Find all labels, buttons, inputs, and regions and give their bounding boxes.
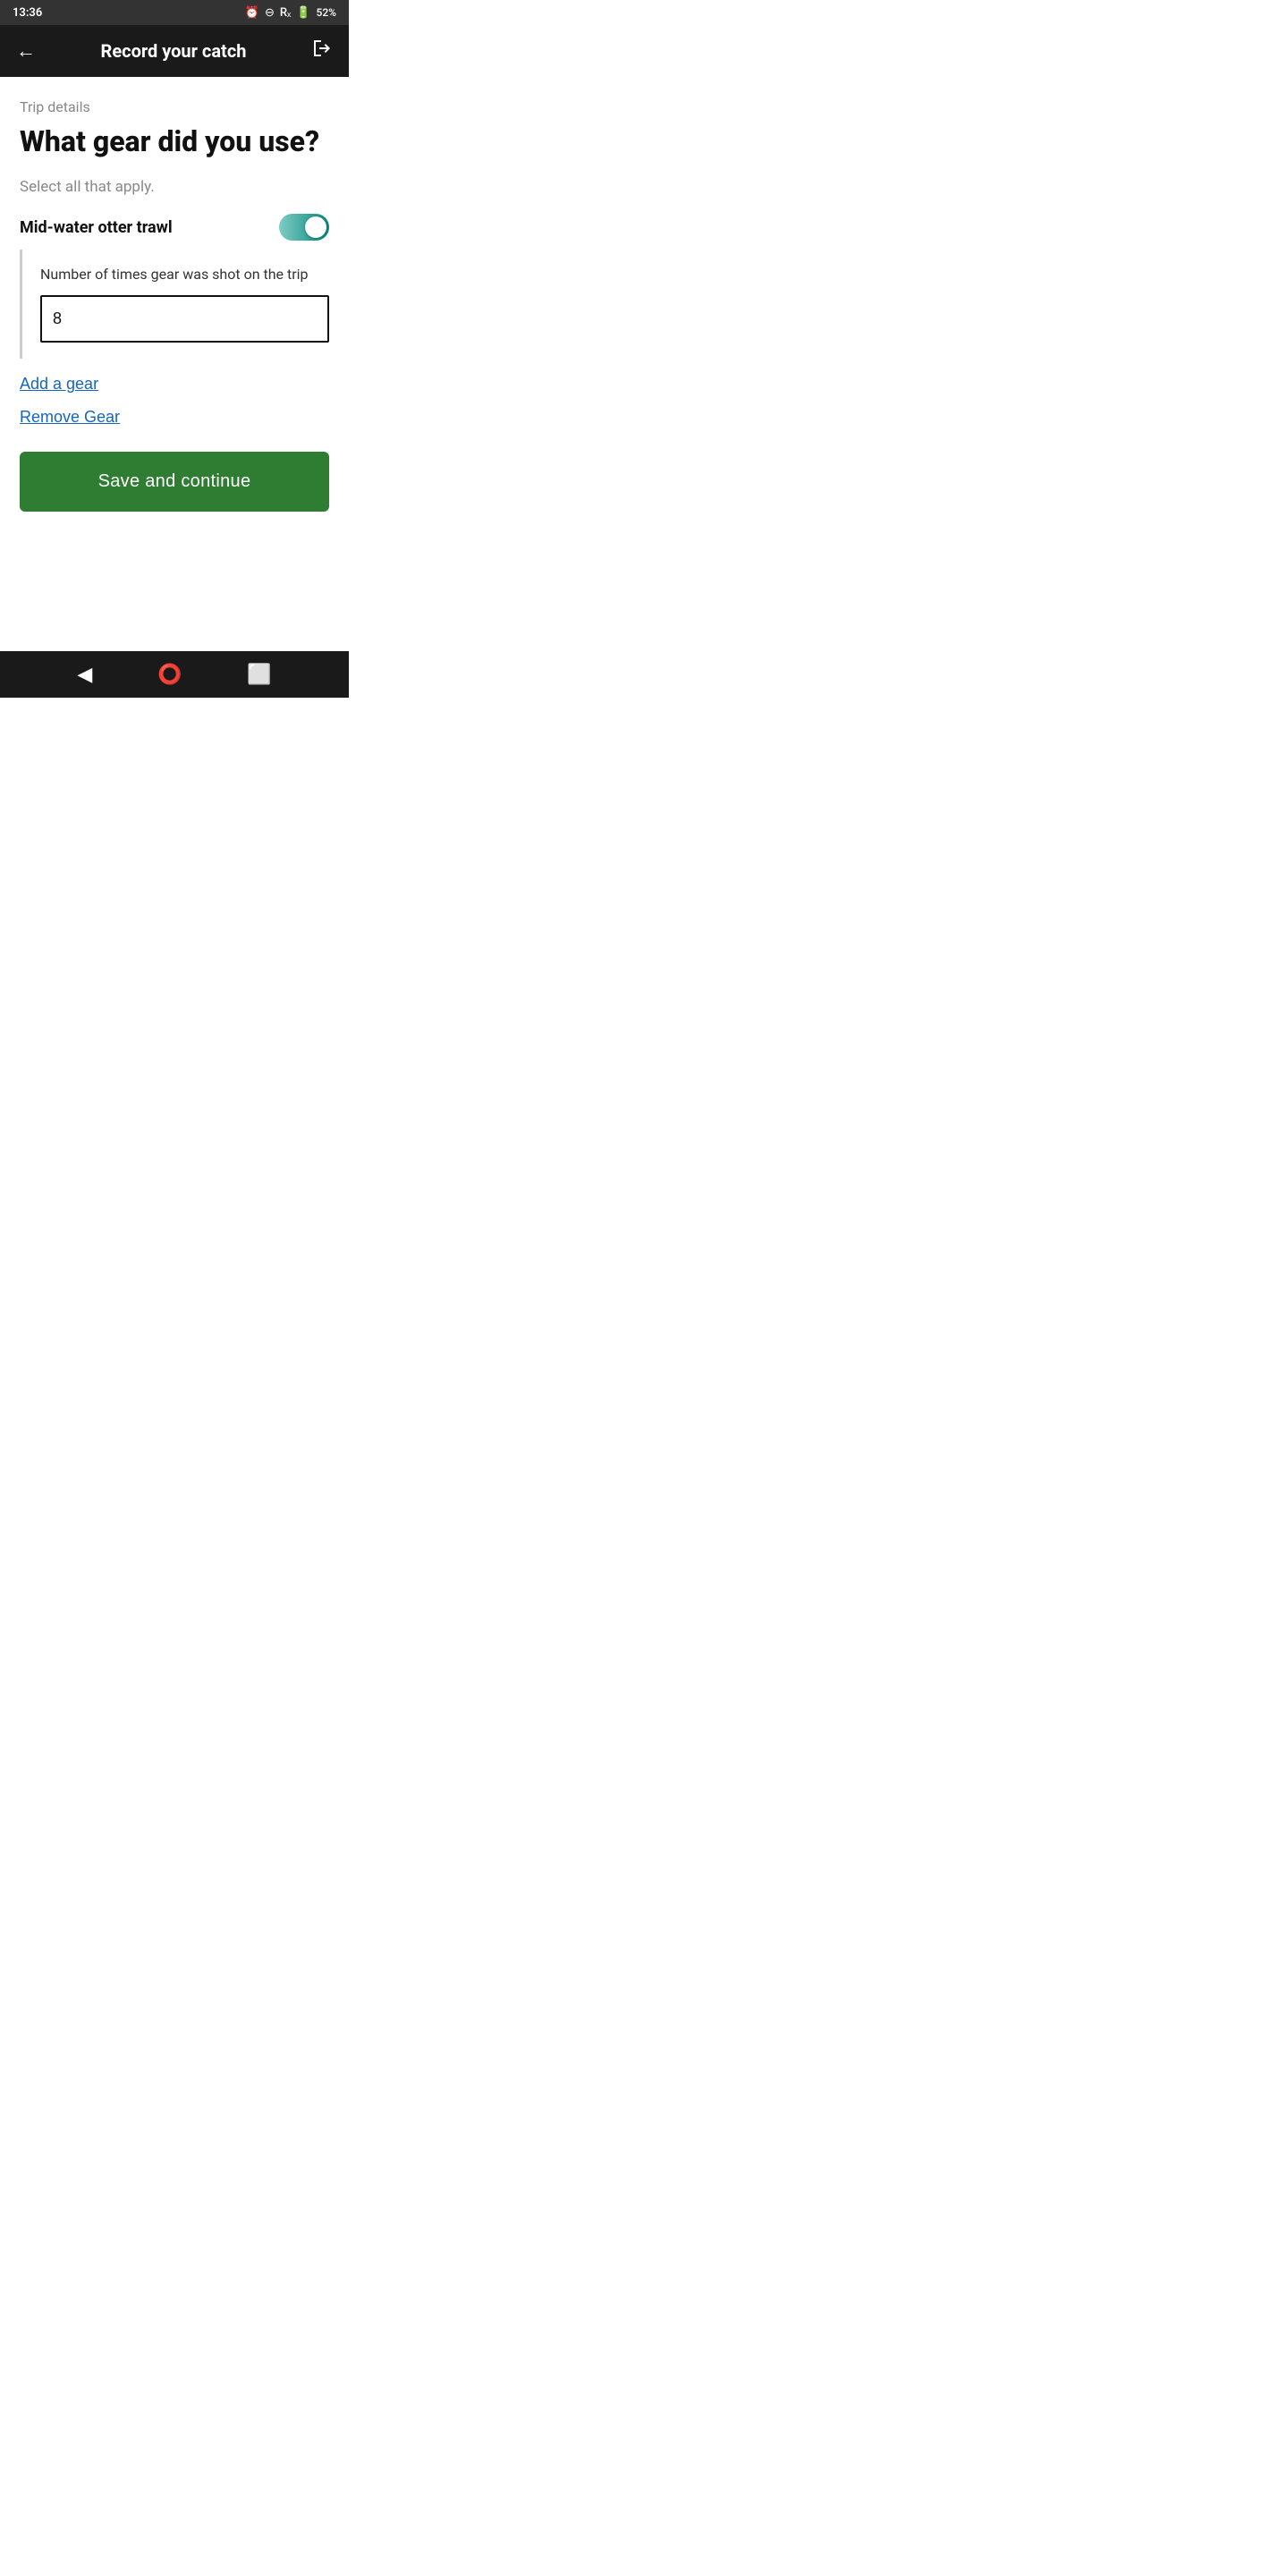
bottom-nav: ◀ ⭕ ⬜ — [0, 651, 349, 698]
remove-gear-link[interactable]: Remove Gear — [20, 408, 120, 427]
gear-detail-label: Number of times gear was shot on the tri… — [40, 266, 329, 283]
battery-icon: 🔋 — [296, 6, 310, 20]
save-continue-button[interactable]: Save and continue — [20, 452, 329, 512]
status-time: 13:36 — [13, 6, 42, 20]
add-gear-link[interactable]: Add a gear — [20, 375, 98, 394]
signal-icon: Rₓ — [280, 5, 291, 20]
page-heading: What gear did you use? — [20, 124, 329, 158]
gear-times-input[interactable] — [40, 295, 329, 343]
status-bar: 13:36 ⏰ ⊖ Rₓ 🔋 52% — [0, 0, 349, 25]
status-icons: ⏰ ⊖ Rₓ 🔋 52% — [245, 5, 336, 20]
nav-recents-icon[interactable]: ⬜ — [247, 664, 271, 686]
links-section: Add a gear Remove Gear — [20, 375, 329, 427]
gear-detail-section: Number of times gear was shot on the tri… — [20, 250, 329, 359]
nav-home-icon[interactable]: ⭕ — [157, 664, 182, 686]
dnd-icon: ⊖ — [265, 6, 275, 20]
battery-level: 52% — [317, 6, 336, 19]
main-content: Trip details What gear did you use? Sele… — [0, 77, 349, 651]
back-button[interactable]: ← — [16, 39, 36, 63]
app-bar: ← Record your catch — [0, 25, 349, 77]
gear-name: Mid-water otter trawl — [20, 218, 173, 237]
app-bar-title: Record your catch — [36, 40, 311, 62]
select-label: Select all that apply. — [20, 178, 329, 196]
nav-back-icon[interactable]: ◀ — [77, 664, 92, 686]
trip-details-label: Trip details — [20, 98, 329, 115]
alarm-icon: ⏰ — [245, 6, 259, 20]
exit-icon[interactable] — [311, 38, 333, 64]
gear-toggle[interactable] — [279, 214, 329, 241]
gear-toggle-row: Mid-water otter trawl — [20, 214, 329, 241]
